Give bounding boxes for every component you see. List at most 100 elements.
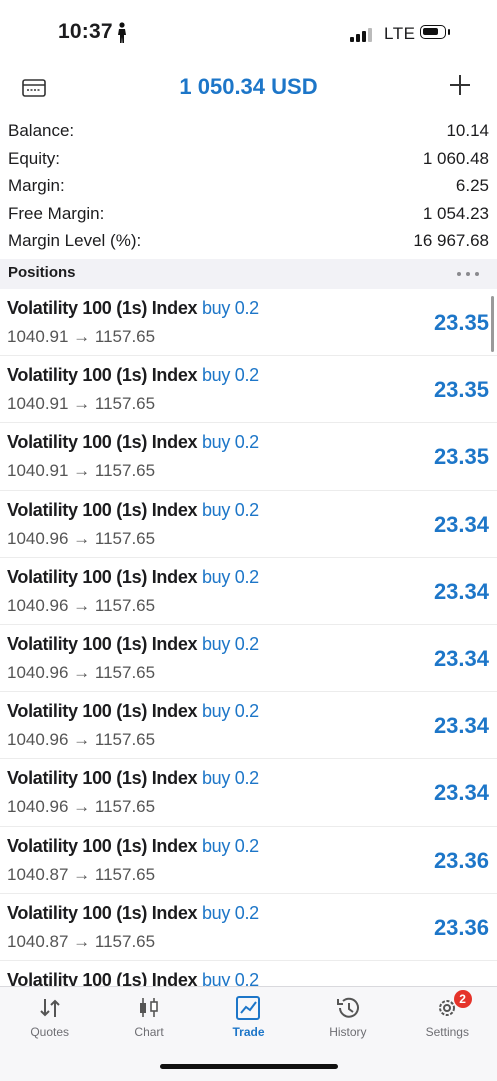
position-profit: 23.34 bbox=[433, 780, 489, 806]
position-prices: 1040.96 → 1157.65 bbox=[7, 797, 156, 817]
position-title: Volatility 100 (1s) Index buy 0.2 bbox=[7, 836, 259, 857]
position-side: buy 0.2 bbox=[201, 566, 259, 587]
network-type: LTE bbox=[384, 24, 416, 43]
position-side: buy 0.2 bbox=[201, 499, 259, 520]
quotes-icon bbox=[39, 999, 60, 1017]
plus-icon[interactable] bbox=[449, 74, 471, 96]
chart-icon bbox=[140, 998, 158, 1017]
tab-label: Settings bbox=[425, 1025, 469, 1039]
account-balance-title: 1 050.34 USD bbox=[179, 74, 318, 99]
position-row[interactable]: Volatility 100 (1s) Index buy 0.2 1040.9… bbox=[0, 625, 497, 693]
person-icon bbox=[118, 22, 126, 43]
position-title: Volatility 100 (1s) Index buy 0.2 bbox=[7, 567, 259, 588]
position-title: Volatility 100 (1s) Index buy 0.2 bbox=[7, 298, 259, 319]
position-symbol: Volatility 100 (1s) Index bbox=[7, 499, 198, 520]
position-prices: 1040.91 → 1157.65 bbox=[7, 461, 156, 481]
position-title: Volatility 100 (1s) Index buy 0.2 bbox=[7, 500, 259, 521]
position-row[interactable]: Volatility 100 (1s) Index buy 0.2 1040.9… bbox=[0, 356, 497, 424]
summary-row-margin: Margin: 6.25 bbox=[0, 173, 497, 201]
position-row[interactable]: Volatility 100 (1s) Index buy 0.2 1040.9… bbox=[0, 289, 497, 357]
tab-settings[interactable]: 2 Settings bbox=[398, 987, 497, 1047]
summary-value: 10.14 bbox=[446, 121, 489, 140]
tab-label: Quotes bbox=[30, 1025, 70, 1039]
position-prices: 1040.96 → 1157.65 bbox=[7, 595, 156, 615]
position-row[interactable]: Volatility 100 (1s) Index buy 0.2 bbox=[0, 961, 497, 989]
position-prices: 1040.91 → 1157.65 bbox=[7, 327, 156, 346]
position-profit: 23.36 bbox=[433, 847, 489, 873]
position-title: Volatility 100 (1s) Index buy 0.2 bbox=[7, 634, 259, 655]
position-symbol: Volatility 100 (1s) Index bbox=[7, 902, 198, 923]
position-profit: 23.35 bbox=[433, 377, 489, 403]
position-prices: 1040.91 → 1157.65 bbox=[7, 394, 156, 414]
position-row[interactable]: Volatility 100 (1s) Index buy 0.2 1040.9… bbox=[0, 692, 497, 760]
tab-quotes[interactable]: Quotes bbox=[0, 987, 99, 1047]
summary-value: 16 967.68 bbox=[413, 231, 489, 250]
position-side: buy 0.2 bbox=[201, 365, 259, 386]
position-title: Volatility 100 (1s) Index buy 0.2 bbox=[7, 768, 259, 789]
position-symbol: Volatility 100 (1s) Index bbox=[7, 633, 198, 654]
position-side: buy 0.2 bbox=[201, 701, 259, 722]
position-symbol: Volatility 100 (1s) Index bbox=[7, 566, 198, 587]
scrollbar[interactable] bbox=[491, 296, 494, 352]
position-profit: 23.35 bbox=[433, 310, 489, 335]
tab-label: History bbox=[329, 1025, 367, 1039]
summary-label: Equity: bbox=[8, 148, 60, 168]
trade-icon bbox=[236, 996, 261, 1020]
position-side: buy 0.2 bbox=[201, 432, 259, 453]
tab-history[interactable]: History bbox=[298, 987, 397, 1047]
position-title: Volatility 100 (1s) Index buy 0.2 bbox=[7, 365, 259, 386]
tab-label: Chart bbox=[134, 1025, 164, 1039]
position-side: buy 0.2 bbox=[201, 633, 259, 654]
position-row[interactable]: Volatility 100 (1s) Index buy 0.2 1040.8… bbox=[0, 894, 497, 961]
position-profit: 23.35 bbox=[433, 444, 489, 470]
summary-value: 6.25 bbox=[455, 176, 489, 195]
trade-header: 1 050.34 USD bbox=[0, 68, 497, 110]
position-prices: 1040.87 → 1157.65 bbox=[7, 864, 156, 884]
position-symbol: Volatility 100 (1s) Index bbox=[7, 768, 198, 789]
position-side: buy 0.2 bbox=[201, 298, 259, 318]
position-symbol: Volatility 100 (1s) Index bbox=[7, 701, 198, 722]
positions-title: Positions bbox=[8, 264, 76, 281]
battery-icon bbox=[420, 25, 450, 39]
position-symbol: Volatility 100 (1s) Index bbox=[7, 432, 198, 453]
position-row[interactable]: Volatility 100 (1s) Index buy 0.2 1040.9… bbox=[0, 423, 497, 491]
summary-row-margin-level: Margin Level (%): 16 967.68 bbox=[0, 228, 497, 256]
notification-badge: 2 bbox=[453, 990, 472, 1008]
position-side: buy 0.2 bbox=[201, 835, 259, 856]
tab-label: Trade bbox=[232, 1025, 265, 1039]
summary-value: 1 060.48 bbox=[422, 148, 489, 168]
position-title: Volatility 100 (1s) Index buy 0.2 bbox=[7, 432, 259, 453]
summary-label: Free Margin: bbox=[8, 203, 105, 223]
cellular-signal-icon bbox=[350, 28, 376, 42]
position-prices: 1040.96 → 1157.65 bbox=[7, 730, 156, 750]
status-time: 10:37 bbox=[58, 20, 113, 43]
position-symbol: Volatility 100 (1s) Index bbox=[7, 835, 198, 856]
summary-value: 1 054.23 bbox=[422, 203, 489, 223]
more-options-icon[interactable] bbox=[457, 272, 481, 277]
positions-section-header: Positions bbox=[0, 259, 497, 289]
summary-row-equity: Equity: 1 060.48 bbox=[0, 146, 497, 174]
position-profit: 23.34 bbox=[433, 578, 489, 604]
position-profit: 23.34 bbox=[433, 645, 489, 671]
position-prices: 1040.87 → 1157.65 bbox=[7, 931, 156, 951]
position-side: buy 0.2 bbox=[201, 768, 259, 789]
position-prices: 1040.96 → 1157.65 bbox=[7, 528, 156, 548]
history-icon bbox=[336, 997, 359, 1018]
position-title: Volatility 100 (1s) Index buy 0.2 bbox=[7, 903, 259, 924]
position-row[interactable]: Volatility 100 (1s) Index buy 0.2 1040.9… bbox=[0, 759, 497, 827]
position-symbol: Volatility 100 (1s) Index bbox=[7, 298, 198, 318]
tab-chart[interactable]: Chart bbox=[99, 987, 198, 1047]
summary-label: Margin: bbox=[8, 176, 65, 195]
summary-label: Margin Level (%): bbox=[8, 231, 142, 250]
positions-list[interactable]: Volatility 100 (1s) Index buy 0.2 1040.9… bbox=[0, 289, 497, 989]
position-profit: 23.36 bbox=[433, 914, 489, 940]
summary-row-balance: Balance: 10.14 bbox=[0, 118, 497, 146]
position-row[interactable]: Volatility 100 (1s) Index buy 0.2 1040.8… bbox=[0, 827, 497, 894]
status-bar: 10:37 LTE bbox=[0, 0, 497, 68]
position-row[interactable]: Volatility 100 (1s) Index buy 0.2 1040.9… bbox=[0, 558, 497, 625]
tab-trade[interactable]: Trade bbox=[199, 987, 298, 1047]
position-profit: 23.34 bbox=[433, 511, 489, 537]
home-indicator[interactable] bbox=[160, 1064, 338, 1069]
position-row[interactable]: Volatility 100 (1s) Index buy 0.2 1040.9… bbox=[0, 491, 497, 558]
position-symbol: Volatility 100 (1s) Index bbox=[7, 365, 198, 386]
